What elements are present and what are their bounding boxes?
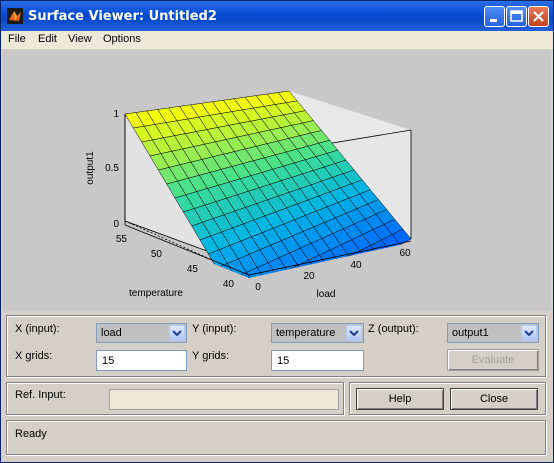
action-buttons-panel: Help Close	[349, 382, 546, 415]
close-icon	[533, 11, 544, 22]
surface-cell	[252, 299, 271, 311]
surface-viewer-window: Surface Viewer: Untitled2 File Edit View…	[0, 0, 554, 463]
surface-cell	[263, 294, 282, 311]
help-button[interactable]: Help	[356, 388, 444, 410]
z-tick-05: 0.5	[105, 163, 119, 174]
maximize-icon	[510, 10, 523, 22]
surface-cell	[276, 270, 296, 278]
menu-file[interactable]: File	[8, 33, 26, 45]
surface-plot[interactable]: 1 0.5 0 output1 0 20 40 60 load 55 50 45…	[3, 50, 551, 311]
matlab-icon	[7, 8, 23, 24]
menu-view[interactable]: View	[68, 33, 92, 45]
surface-cell	[285, 283, 304, 301]
y-input-value: temperature	[276, 327, 336, 339]
y-tick-40: 40	[223, 279, 235, 290]
x-input-select[interactable]: load	[96, 323, 187, 343]
surface-cell	[242, 305, 261, 311]
z-output-label: Z (output):	[368, 323, 419, 335]
window-title: Surface Viewer: Untitled2	[28, 9, 217, 24]
y-tick-45: 45	[187, 264, 199, 275]
z-tick-0: 0	[113, 219, 119, 230]
ref-input-field[interactable]	[109, 389, 339, 410]
z-tick-1: 1	[113, 109, 119, 120]
x-tick-20: 20	[303, 271, 315, 282]
menu-edit[interactable]: Edit	[38, 33, 57, 45]
x-tick-60: 60	[399, 248, 411, 259]
z-axis-label: output1	[85, 151, 96, 185]
title-bar[interactable]: Surface Viewer: Untitled2	[1, 1, 553, 31]
surface-cell	[327, 261, 347, 278]
y-input-label: Y (input):	[192, 323, 237, 335]
chevron-down-icon[interactable]	[346, 325, 362, 341]
ref-input-panel: Ref. Input:	[6, 382, 344, 415]
minimize-button[interactable]	[484, 6, 505, 27]
surface-cell	[274, 288, 293, 307]
y-tick-55: 55	[116, 234, 128, 245]
x-tick-40: 40	[350, 260, 362, 271]
ref-input-label: Ref. Input:	[15, 389, 66, 401]
surface-cell	[316, 266, 337, 278]
x-grids-value: 15	[102, 355, 115, 367]
surface-cell	[233, 291, 252, 310]
maximize-button[interactable]	[506, 6, 527, 27]
surface-cell	[265, 275, 286, 278]
z-output-select[interactable]: output1	[447, 323, 539, 343]
x-input-label: X (input):	[15, 323, 60, 335]
y-axis-label: temperature	[129, 288, 183, 299]
x-tick-0: 0	[255, 282, 261, 293]
x-axis-label: load	[317, 289, 336, 300]
controls-panel: X (input): load Y (input): temperature Z…	[6, 315, 546, 377]
x-grids-field[interactable]: 15	[96, 350, 187, 371]
x-grids-label: X grids:	[15, 350, 53, 362]
menu-options[interactable]: Options	[103, 33, 141, 45]
y-grids-label: Y grids:	[192, 350, 230, 362]
chevron-down-icon[interactable]	[169, 325, 185, 341]
y-tick-50: 50	[151, 249, 163, 260]
minimize-icon	[490, 19, 497, 22]
close-button[interactable]: Close	[450, 388, 538, 410]
y-grids-value: 15	[277, 355, 290, 367]
y-grids-field[interactable]: 15	[271, 350, 364, 371]
surface-plot-area[interactable]: 1 0.5 0 output1 0 20 40 60 load 55 50 45…	[3, 50, 551, 311]
z-output-value: output1	[452, 327, 489, 339]
menu-bar: File Edit View Options	[1, 31, 553, 49]
close-window-button[interactable]	[528, 6, 549, 27]
evaluate-button[interactable]: Evaluate	[447, 349, 539, 371]
status-panel: Ready	[6, 420, 546, 455]
chevron-down-icon[interactable]	[521, 325, 537, 341]
status-text: Ready	[15, 428, 47, 440]
y-input-select[interactable]: temperature	[271, 323, 364, 343]
x-input-value: load	[101, 327, 122, 339]
